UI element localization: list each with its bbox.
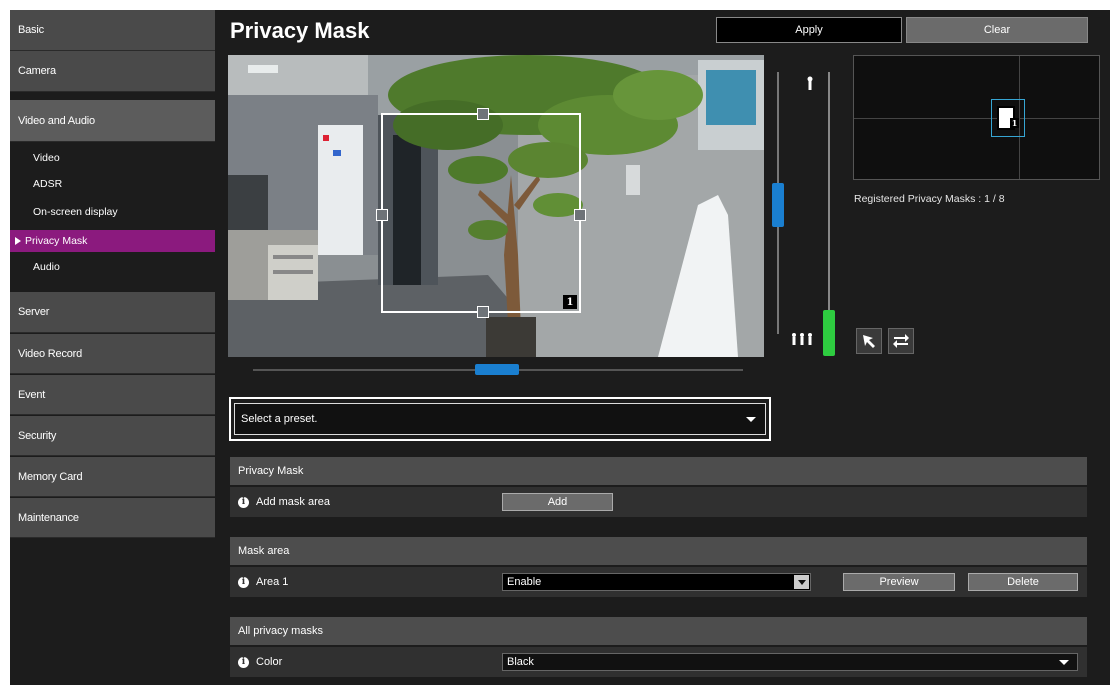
info-icon[interactable]: i: [238, 496, 249, 508]
preview-button[interactable]: Preview: [843, 573, 955, 591]
sidebar-item-video-record[interactable]: Video Record: [10, 334, 215, 374]
row-add-mask-area: i Add mask area Add: [230, 487, 1087, 517]
app-window: Basic Camera Video and Audio Video ADSR …: [10, 10, 1110, 685]
sidebar-item-server[interactable]: Server: [10, 292, 215, 333]
sidebar-subitem-label: Privacy Mask: [25, 235, 88, 247]
sidebar-item-video-and-audio[interactable]: Video and Audio: [10, 100, 215, 142]
camera-live-view[interactable]: 1: [228, 55, 764, 357]
resize-handle-top[interactable]: [477, 108, 489, 120]
row-label: i Color: [238, 647, 282, 677]
delete-button[interactable]: Delete: [968, 573, 1078, 591]
sidebar-item-event[interactable]: Event: [10, 375, 215, 415]
overview-mask-number: 1: [1010, 118, 1019, 128]
tilt-slider-thumb[interactable]: [772, 183, 784, 227]
swap-arrows-icon: [893, 334, 909, 348]
area-1-select-value: Enable: [507, 576, 542, 588]
row-area-1: i Area 1 Enable Preview Delete: [230, 567, 1087, 597]
color-label: Color: [256, 656, 283, 668]
info-icon[interactable]: i: [238, 576, 249, 588]
sidebar-subitem-privacy-mask[interactable]: Privacy Mask: [10, 230, 215, 252]
sidebar-subgroup: Video ADSR On-screen display Privacy Mas…: [10, 145, 215, 290]
preset-select-value: Select a preset.: [241, 413, 318, 425]
sidebar-subitem-adsr[interactable]: ADSR: [10, 173, 215, 195]
apply-button[interactable]: Apply: [716, 17, 902, 43]
section-header-privacy-mask: Privacy Mask: [230, 457, 1087, 485]
sidebar-subitem-audio[interactable]: Audio: [10, 256, 215, 278]
sidebar-subitem-on-screen-display[interactable]: On-screen display: [10, 201, 215, 223]
section-header-mask-area: Mask area: [230, 537, 1087, 565]
add-button[interactable]: Add: [502, 493, 613, 511]
registered-masks-count: Registered Privacy Masks : 1 / 8: [854, 193, 1005, 205]
sidebar: Basic Camera Video and Audio Video ADSR …: [10, 10, 215, 540]
pan-slider-thumb[interactable]: [475, 364, 519, 375]
color-select[interactable]: Black: [502, 653, 1078, 671]
area-1-enable-select[interactable]: Enable: [502, 573, 811, 591]
sidebar-item-memory-card[interactable]: Memory Card: [10, 457, 215, 497]
info-icon[interactable]: i: [238, 656, 249, 668]
add-mask-area-label: Add mask area: [256, 496, 330, 508]
zoom-tele-icon: [807, 76, 813, 90]
resize-handle-bottom[interactable]: [477, 306, 489, 318]
chevron-down-icon[interactable]: [794, 575, 809, 589]
sidebar-item-basic[interactable]: Basic: [10, 10, 215, 51]
resize-handle-left[interactable]: [376, 209, 388, 221]
overview-map[interactable]: 1: [853, 55, 1100, 180]
chevron-down-icon: [1059, 660, 1069, 665]
preset-select[interactable]: Select a preset.: [234, 403, 766, 435]
area-1-label: Area 1: [256, 576, 289, 588]
row-label: i Add mask area: [238, 487, 330, 517]
privacy-mask-area-1[interactable]: 1: [376, 108, 586, 318]
sidebar-subitem-video[interactable]: Video: [10, 147, 215, 169]
caret-right-icon: [15, 237, 21, 245]
sidebar-item-security[interactable]: Security: [10, 416, 215, 456]
sidebar-item-camera[interactable]: Camera: [10, 51, 215, 92]
clear-button[interactable]: Clear: [906, 17, 1088, 43]
resize-handle-right[interactable]: [574, 209, 586, 221]
zoom-wide-icon: [792, 333, 812, 345]
page-title: Privacy Mask: [230, 18, 370, 43]
overview-gridline: [854, 118, 1099, 119]
color-select-value: Black: [507, 656, 534, 668]
zoom-slider-thumb[interactable]: [823, 310, 835, 356]
select-tool-button[interactable]: [856, 328, 882, 354]
chevron-down-icon: [746, 417, 756, 422]
sidebar-item-maintenance[interactable]: Maintenance: [10, 498, 215, 538]
mask-number-label: 1: [563, 295, 577, 309]
row-label: i Area 1: [238, 567, 288, 597]
arrow-pointer-icon: [863, 335, 875, 348]
swap-tool-button[interactable]: [888, 328, 914, 354]
row-color: i Color Black: [230, 647, 1087, 677]
section-header-all-privacy-masks: All privacy masks: [230, 617, 1087, 645]
